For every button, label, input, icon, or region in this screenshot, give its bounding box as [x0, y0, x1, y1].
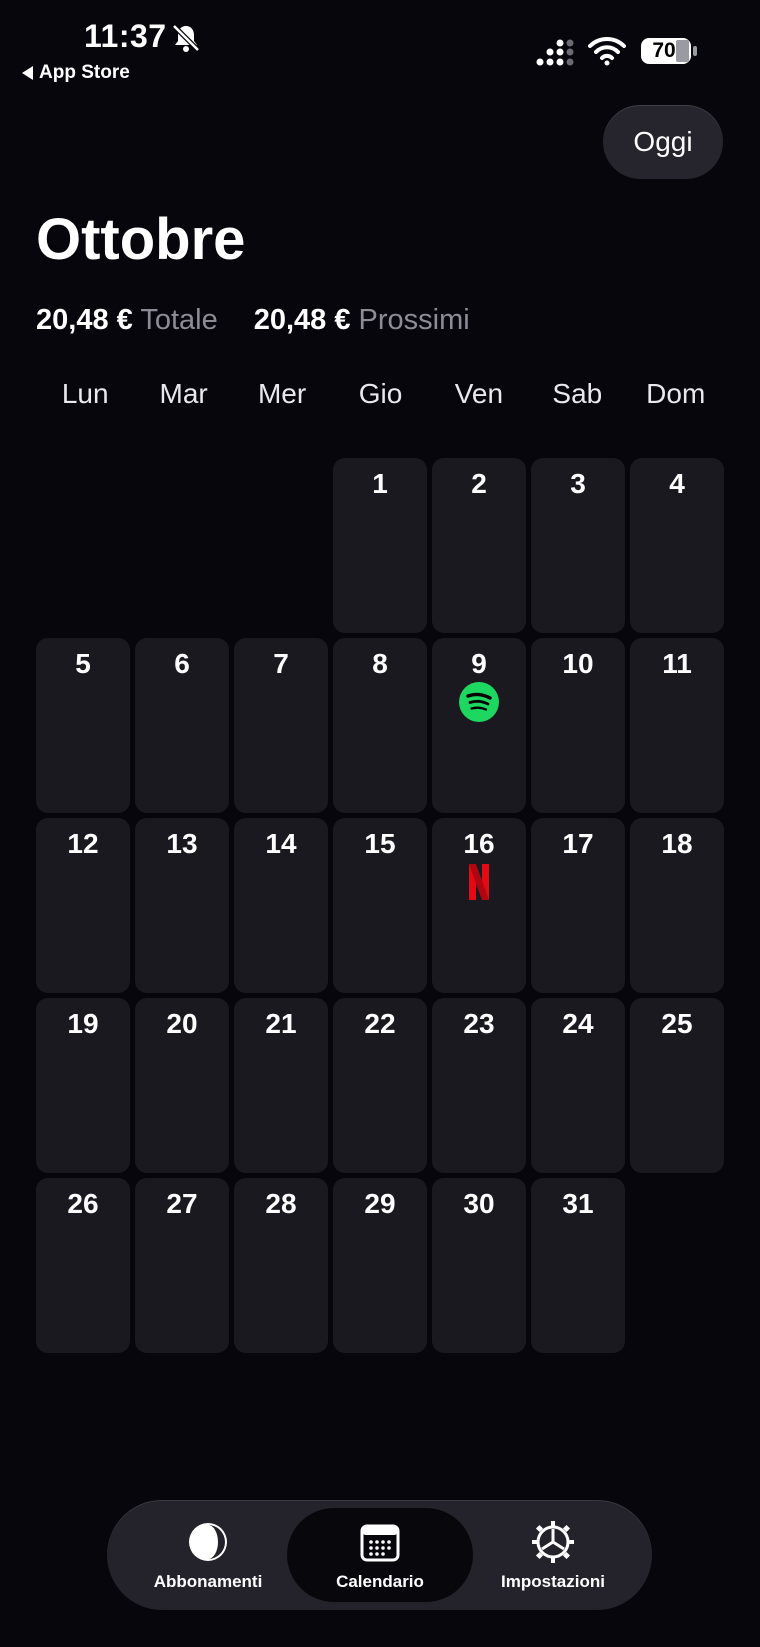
day-cell[interactable]: 24 [531, 998, 625, 1173]
tab-label: Impostazioni [501, 1572, 605, 1591]
day-number: 11 [662, 648, 692, 679]
day-number: 8 [372, 648, 388, 679]
back-to-app-store[interactable]: App Store [22, 62, 130, 84]
day-cell[interactable]: 6 [135, 638, 229, 813]
day-cell[interactable]: 18 [630, 818, 724, 993]
month-title: Ottobre [36, 207, 246, 272]
day-number: 17 [562, 828, 594, 859]
day-number: 24 [562, 1008, 594, 1039]
day-cell[interactable]: 31 [531, 1178, 625, 1353]
weekday-label: Mar [159, 378, 208, 409]
day-cell[interactable]: 3 [531, 458, 625, 633]
day-cell[interactable]: 2 [432, 458, 526, 633]
day-number: 10 [562, 648, 594, 679]
day-cell[interactable]: 27 [135, 1178, 229, 1353]
tab-impostazioni[interactable]: Impostazioni [468, 1520, 638, 1592]
day-cell[interactable]: 4 [630, 458, 724, 633]
day-number: 4 [669, 468, 685, 499]
day-number: 30 [463, 1188, 495, 1219]
day-cell[interactable]: 26 [36, 1178, 130, 1353]
day-number: 14 [265, 828, 297, 859]
day-number: 25 [661, 1008, 693, 1039]
day-number: 5 [75, 648, 91, 679]
status-time: 11:37 [84, 18, 167, 54]
day-cell[interactable]: 29 [333, 1178, 427, 1353]
tab-abbonamenti[interactable]: Abbonamenti [123, 1520, 293, 1592]
battery-percent: 70 [652, 39, 676, 62]
day-cell[interactable]: 19 [36, 998, 130, 1173]
day-cell[interactable]: 9 [432, 638, 526, 813]
bell-muted-icon [172, 24, 200, 52]
day-cell[interactable]: 8 [333, 638, 427, 813]
tab-label: Calendario [336, 1572, 424, 1591]
day-cell[interactable]: 15 [333, 818, 427, 993]
day-cell[interactable]: 5 [36, 638, 130, 813]
day-cell[interactable]: 20 [135, 998, 229, 1173]
day-number: 16 [463, 828, 495, 859]
tab-calendario[interactable]: Calendario [295, 1520, 465, 1592]
cellular-signal-icon [536, 39, 574, 66]
netflix-icon[interactable] [459, 862, 499, 902]
day-cell[interactable]: 30 [432, 1178, 526, 1353]
gear-icon [532, 1521, 574, 1563]
day-number: 27 [166, 1188, 198, 1219]
weekday-label: Dom [646, 378, 706, 409]
day-cell[interactable]: 10 [531, 638, 625, 813]
day-number: 18 [661, 828, 693, 859]
day-cell[interactable]: 21 [234, 998, 328, 1173]
day-number: 20 [166, 1008, 198, 1039]
weekday-label: Mer [257, 378, 307, 409]
day-cell[interactable]: 12 [36, 818, 130, 993]
back-label: App Store [39, 62, 130, 83]
weekday-label: Sab [552, 378, 603, 409]
total-label: Totale [140, 304, 218, 336]
weekday-label: Gio [358, 378, 403, 409]
day-cell[interactable]: 22 [333, 998, 427, 1173]
weekday-label: Lun [61, 378, 109, 409]
day-number: 3 [570, 468, 586, 499]
day-number: 2 [471, 468, 487, 499]
day-number: 23 [463, 1008, 495, 1039]
day-number: 7 [273, 648, 289, 679]
day-number: 26 [67, 1188, 99, 1219]
day-number: 9 [471, 648, 487, 679]
day-number: 6 [174, 648, 190, 679]
today-button[interactable]: Oggi [603, 105, 723, 179]
day-cell[interactable]: 11 [630, 638, 724, 813]
day-cell[interactable]: 16 [432, 818, 526, 993]
day-cell[interactable]: 17 [531, 818, 625, 993]
totals-summary: 20,48 € Totale 20,48 € Prossimi [36, 304, 470, 337]
battery-indicator: 70 [640, 36, 698, 66]
day-cell[interactable]: 28 [234, 1178, 328, 1353]
half-circle-icon [189, 1523, 227, 1561]
upcoming-amount: 20,48 € [253, 304, 351, 336]
day-number: 28 [265, 1188, 297, 1219]
day-number: 15 [364, 828, 396, 859]
day-number: 21 [265, 1008, 297, 1039]
day-cell[interactable]: 25 [630, 998, 724, 1173]
day-cell[interactable]: 23 [432, 998, 526, 1173]
day-cell[interactable]: 7 [234, 638, 328, 813]
weekday-header: Lun Mar Mer Gio Ven Sab Dom [36, 378, 725, 410]
weekday-label: Ven [454, 378, 504, 409]
day-number: 19 [67, 1008, 99, 1039]
day-number: 1 [372, 468, 388, 499]
spotify-icon[interactable] [459, 682, 499, 722]
wifi-icon [588, 36, 626, 66]
day-cell[interactable]: 14 [234, 818, 328, 993]
day-cell[interactable]: 1 [333, 458, 427, 633]
day-number: 12 [67, 828, 99, 859]
upcoming-label: Prossimi [358, 304, 470, 336]
back-arrow-icon [22, 66, 33, 80]
day-number: 13 [166, 828, 198, 859]
total-amount: 20,48 € [36, 304, 133, 336]
day-number: 29 [364, 1188, 396, 1219]
tab-label: Abbonamenti [153, 1572, 263, 1591]
day-number: 22 [364, 1008, 396, 1039]
calendar-icon [360, 1524, 400, 1562]
day-number: 31 [562, 1188, 594, 1219]
day-cell[interactable]: 13 [135, 818, 229, 993]
